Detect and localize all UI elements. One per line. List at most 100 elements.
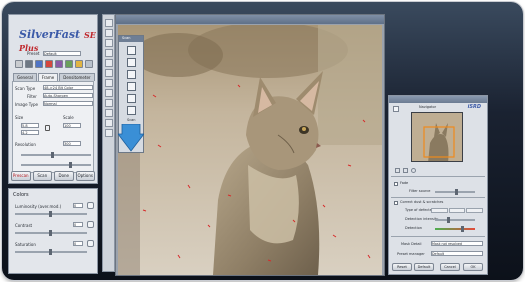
height-field[interactable]: 4.2	[21, 130, 39, 135]
scan-tool-icon[interactable]	[127, 46, 136, 55]
vertical-toolbar	[102, 14, 115, 272]
reset-button[interactable]: Reset	[392, 263, 412, 271]
scale-field[interactable]: 100	[63, 123, 81, 128]
saturation-slider[interactable]	[15, 249, 87, 255]
srd-icon[interactable]	[85, 60, 93, 68]
defect-option[interactable]	[466, 208, 484, 213]
width-field[interactable]: 5.8	[21, 123, 39, 128]
ruler-icon[interactable]	[105, 69, 113, 77]
eye-icon[interactable]	[411, 168, 416, 173]
zoom-icon[interactable]	[105, 29, 113, 37]
detection-label: Detection	[405, 226, 423, 230]
luminosity-knob[interactable]	[49, 211, 52, 217]
fade-checkbox[interactable]	[394, 182, 398, 186]
image-type-select[interactable]: Normal	[43, 101, 93, 106]
scale-label: Scale	[63, 115, 74, 120]
defect-option[interactable]	[431, 208, 448, 213]
defect-type-options[interactable]	[431, 208, 484, 213]
mask-select[interactable]: Mask not resolved	[431, 241, 483, 246]
gradation-icon[interactable]	[35, 60, 43, 68]
prescan-button[interactable]: Prescan	[11, 171, 31, 181]
contrast-slider[interactable]	[15, 230, 87, 236]
expert-icon[interactable]	[75, 60, 83, 68]
luminosity-slider[interactable]	[15, 211, 87, 217]
srd-brand: iSRD	[467, 104, 481, 110]
filter-source-knob[interactable]	[455, 189, 458, 195]
preset-label: Preset	[27, 51, 40, 56]
resolution-slider-knob[interactable]	[51, 152, 54, 158]
prescan-image[interactable]	[118, 25, 382, 275]
hand-icon[interactable]	[105, 89, 113, 97]
color-dialog-title: Colors	[13, 192, 29, 198]
settings-icon[interactable]	[105, 109, 113, 117]
preset-select[interactable]: Default	[43, 51, 81, 56]
main-dialog: SilverFast SE Plus Preset Default Genera…	[8, 14, 98, 184]
auto-icon[interactable]	[127, 94, 136, 103]
rotate-icon[interactable]	[105, 49, 113, 57]
expand-icon[interactable]	[393, 106, 399, 112]
app-window: SilverFast SE Plus Preset Default Genera…	[2, 2, 523, 280]
crop-icon[interactable]	[127, 58, 136, 67]
filter-source-slider[interactable]	[435, 189, 475, 195]
pointer-icon[interactable]	[105, 19, 113, 27]
contrast-knob[interactable]	[49, 230, 52, 236]
magnify-icon[interactable]	[127, 70, 136, 79]
frame-icon[interactable]	[105, 39, 113, 47]
print-icon[interactable]	[105, 129, 113, 137]
scale-slider-knob[interactable]	[69, 162, 72, 168]
default-button[interactable]: Default	[414, 263, 434, 271]
reset-icon[interactable]	[87, 202, 94, 209]
ok-button[interactable]: OK	[463, 263, 483, 271]
tab-densitometer[interactable]: Densitometer	[59, 73, 95, 81]
filter-select[interactable]: Auto-Sharpen	[43, 93, 93, 98]
zoom-in-icon[interactable]	[395, 168, 400, 173]
color-row-label-2: Contrast	[15, 223, 33, 228]
options-button[interactable]: Options	[75, 171, 95, 181]
dust-checkbox[interactable]	[394, 201, 398, 205]
saturation-knob[interactable]	[49, 249, 52, 255]
resolution-slider[interactable]	[21, 152, 91, 158]
densitometer-icon[interactable]	[15, 60, 23, 68]
zoom-out-icon[interactable]	[403, 168, 408, 173]
cancel-button[interactable]: Cancel	[440, 263, 460, 271]
fade-label: Fade	[400, 181, 409, 185]
detection-slider[interactable]	[435, 226, 475, 232]
global-color-icon[interactable]	[45, 60, 53, 68]
divider	[391, 236, 485, 237]
navigator-thumbnail[interactable]	[411, 112, 463, 162]
done-button[interactable]: Done	[54, 171, 74, 181]
defect-option[interactable]	[448, 208, 466, 213]
tab-frame[interactable]: Frame	[37, 73, 59, 81]
play-icon[interactable]	[127, 106, 136, 115]
preview-title-bar	[116, 15, 384, 24]
tab-general[interactable]: General	[13, 73, 37, 81]
histogram-icon[interactable]	[25, 60, 33, 68]
color-row-value-3[interactable]: 0	[73, 241, 83, 246]
mirror-icon[interactable]	[105, 59, 113, 67]
intensity-slider[interactable]	[435, 217, 475, 223]
marquee-icon[interactable]	[127, 82, 136, 91]
scan-button[interactable]: Scan	[32, 171, 52, 181]
scan-type-select[interactable]: 48->24 Bit Color	[43, 85, 93, 90]
color-row-value-2[interactable]: 0	[73, 222, 83, 227]
scale-slider[interactable]	[21, 162, 91, 168]
info-icon[interactable]	[105, 119, 113, 127]
eyedropper-icon[interactable]	[105, 79, 113, 87]
detection-knob[interactable]	[461, 226, 464, 232]
preset-manager-label: Preset manager	[397, 252, 425, 256]
grid-icon[interactable]	[65, 60, 73, 68]
help-icon[interactable]	[105, 99, 113, 107]
color-dialog: Colors Luminosity (aver.mod.) 0 Contrast…	[8, 188, 98, 274]
reset-icon[interactable]	[87, 221, 94, 228]
preset-row: Preset Default	[13, 51, 93, 57]
intensity-knob[interactable]	[447, 217, 450, 223]
frame-tab-content: Scan Type 48->24 Bit Color Filter Auto-S…	[12, 81, 94, 173]
preset-manager-select[interactable]: Default	[431, 251, 483, 256]
color-row-value-1[interactable]: 0	[73, 203, 83, 208]
resolution-field[interactable]: 300	[63, 141, 81, 146]
size-label: Size	[15, 115, 24, 120]
palette-scan-label: Scan	[127, 118, 136, 122]
lock-icon[interactable]	[45, 125, 50, 131]
selective-color-icon[interactable]	[55, 60, 63, 68]
reset-icon[interactable]	[87, 240, 94, 247]
